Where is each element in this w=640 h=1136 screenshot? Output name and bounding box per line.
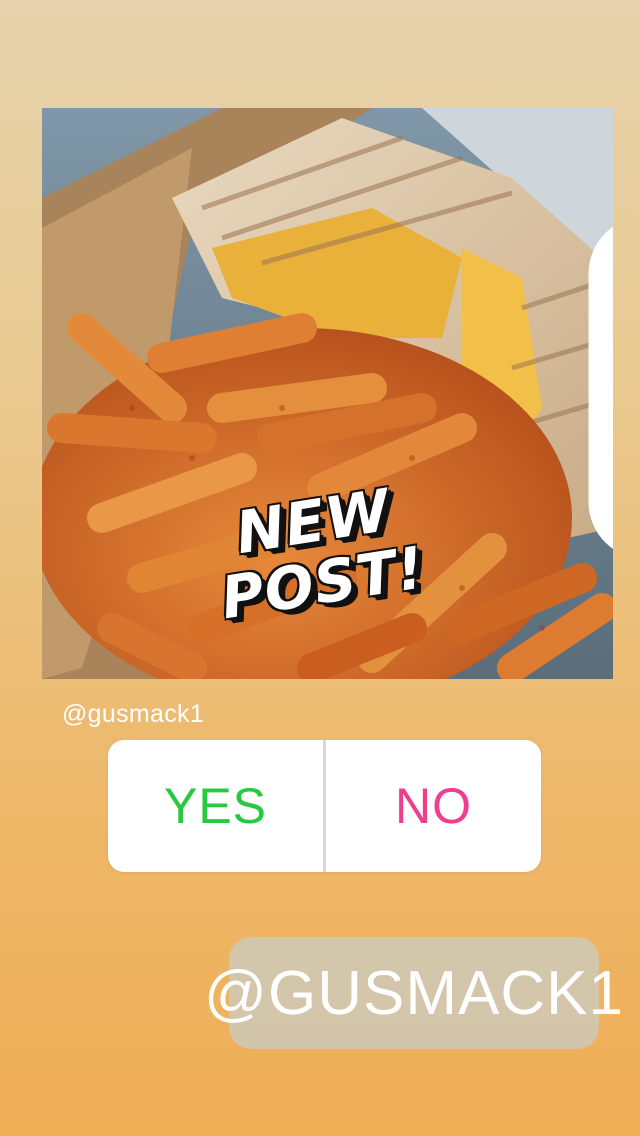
poll-option-no[interactable]: NO [326, 740, 541, 872]
poll-option-yes[interactable]: YES [108, 740, 323, 872]
poll-sticker: YES NO [108, 740, 541, 872]
carousel-icon [588, 226, 613, 549]
mention-text[interactable]: @gusmack1 [62, 700, 204, 729]
mention-sticker[interactable]: @GUSMACK1 [204, 937, 623, 1049]
